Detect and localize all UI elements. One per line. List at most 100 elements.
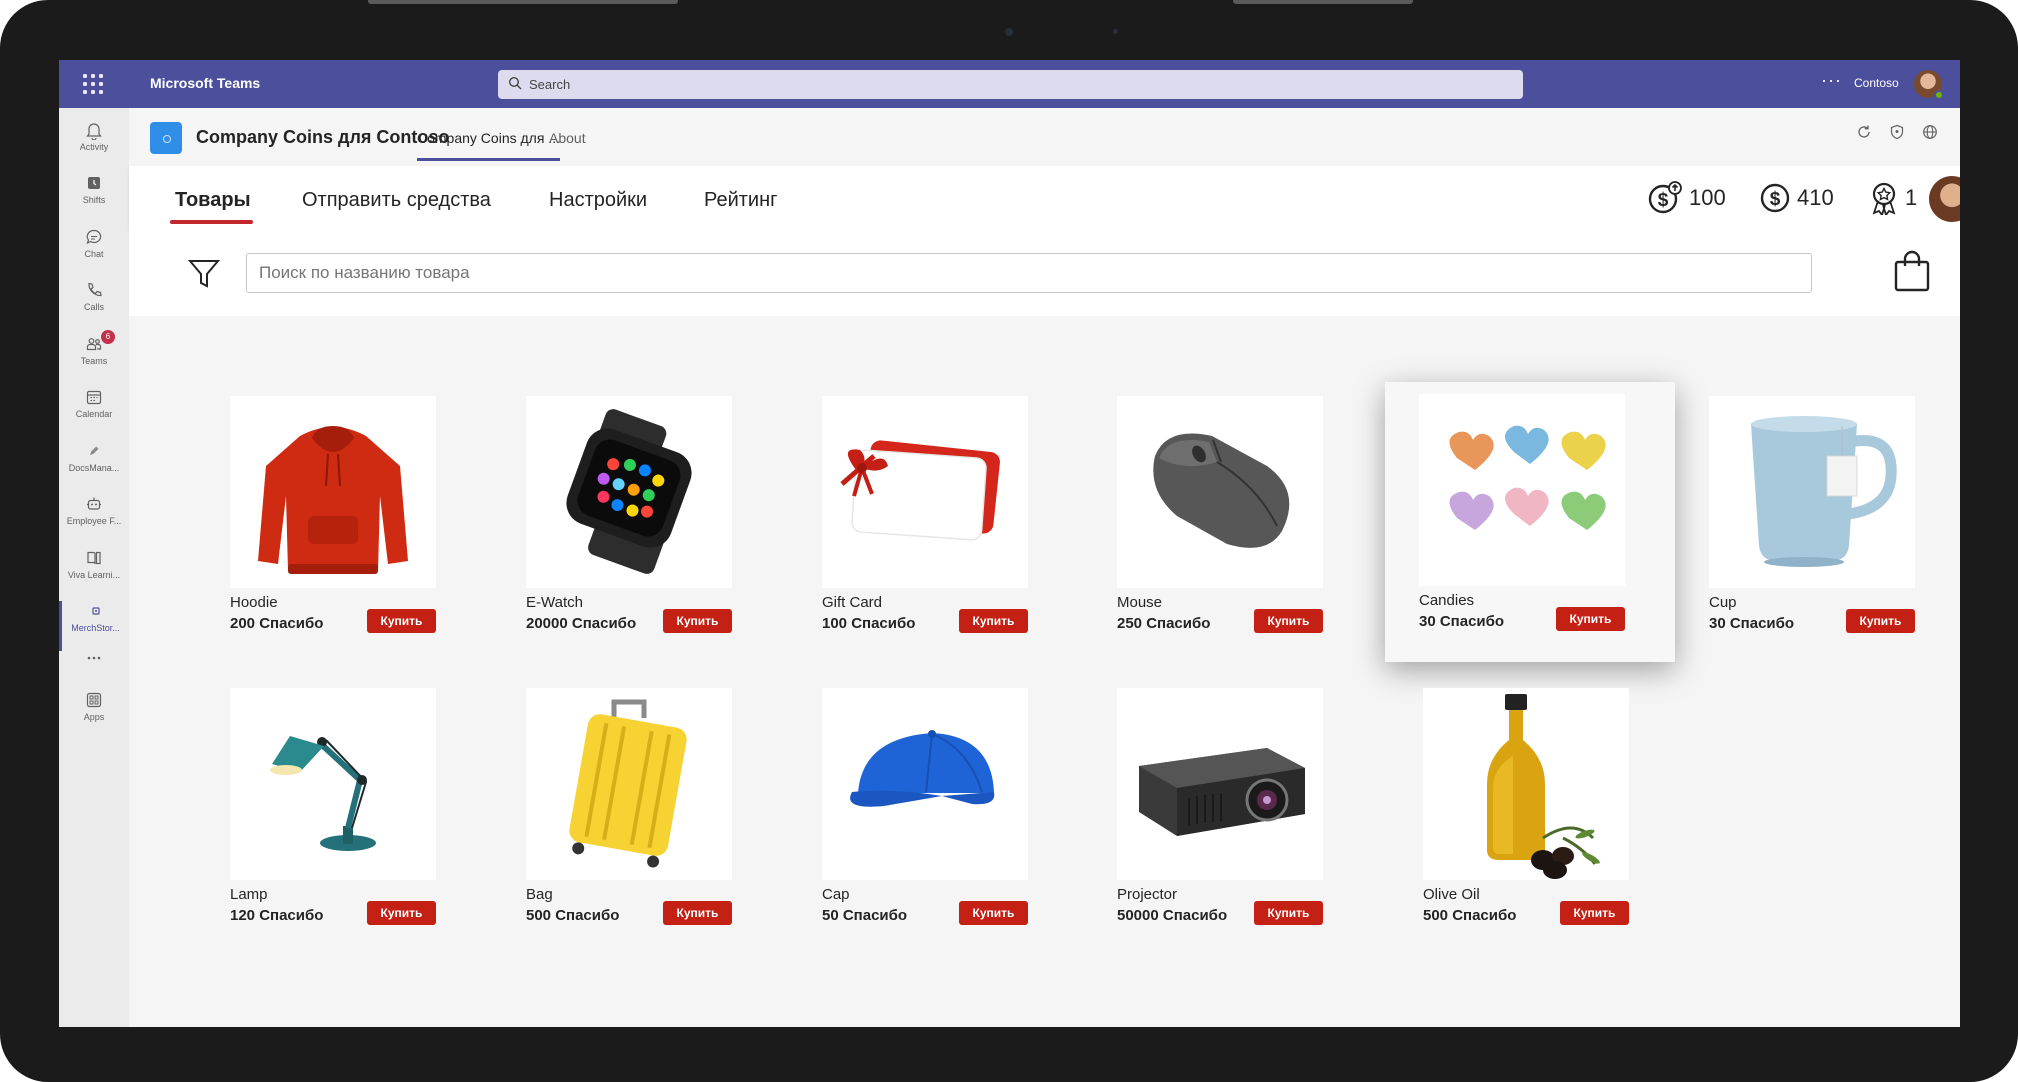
rail-item-bell[interactable]: Activity — [59, 120, 129, 170]
rail-item-pen[interactable]: DocsMana... — [59, 441, 129, 491]
product-image[interactable] — [1117, 396, 1323, 588]
rail-item-apps[interactable]: Apps — [59, 690, 129, 740]
teams-search-box[interactable]: Search — [498, 70, 1523, 99]
product-price: 200 Спасибо — [230, 615, 324, 632]
svg-text:$: $ — [1658, 190, 1669, 211]
product-image[interactable] — [822, 396, 1028, 588]
product-grid: Hoodie 200 Спасибо Купить E-Watch 20000 Спас… — [129, 316, 1960, 1027]
product-search-row — [129, 230, 1960, 316]
product-card-giftcard[interactable]: Gift Card 100 Спасибо Купить — [822, 396, 1028, 636]
notification-badge: 6 — [101, 330, 115, 344]
store-nav-bar: Товары Отправить средства Настройки Рейт… — [129, 166, 1960, 230]
app-header: Company Coins для Contoso Company Coins … — [129, 108, 1960, 166]
teams-window: Microsoft Teams Search ··· Contoso Activ… — [59, 60, 1960, 1027]
product-image[interactable] — [1419, 394, 1625, 586]
oliveoil-image — [1487, 694, 1600, 879]
product-price: 30 Спасибо — [1709, 615, 1795, 632]
buy-button[interactable]: Купить — [1556, 607, 1625, 631]
rail-item-calendar[interactable]: Calendar — [59, 387, 129, 437]
product-card-candies[interactable]: Candies 30 Спасибо Купить — [1385, 382, 1675, 662]
buy-button[interactable]: Купить — [1254, 901, 1323, 925]
book-icon — [87, 551, 101, 565]
bag-image — [569, 699, 687, 868]
product-card-watch[interactable]: E-Watch 20000 Спасибо Купить — [526, 396, 732, 636]
pen-icon — [90, 446, 99, 455]
product-image[interactable] — [526, 396, 732, 588]
product-search-input[interactable] — [246, 253, 1812, 293]
refresh-icon[interactable] — [1856, 124, 1872, 140]
rail-item-phone[interactable]: Calls — [59, 280, 129, 330]
nav-rating[interactable]: Рейтинг — [704, 189, 777, 212]
product-card-lamp[interactable]: Lamp 120 Спасибо Купить — [230, 688, 436, 928]
rail-item-bot[interactable]: Employee F... — [59, 494, 129, 544]
chat-icon — [86, 229, 102, 245]
svg-text:$: $ — [1770, 189, 1781, 210]
tab-about[interactable]: About — [549, 130, 586, 146]
product-card-bag[interactable]: Bag 500 Спасибо Купить — [526, 688, 732, 928]
product-price: 250 Спасибо — [1117, 615, 1211, 632]
product-card-projector[interactable]: Projector 50000 Спасибо Купить — [1117, 688, 1323, 928]
apps-icon — [86, 692, 102, 708]
product-card-oliveoil[interactable]: Olive Oil 500 Спасибо Купить — [1423, 688, 1629, 928]
awards-count: 1 — [1869, 181, 1917, 215]
product-card-hoodie[interactable]: Hoodie 200 Спасибо Купить — [230, 396, 436, 636]
more-options-icon[interactable]: ··· — [1821, 70, 1842, 91]
product-card-cup[interactable]: Cup 30 Спасибо Купить — [1709, 396, 1915, 636]
product-name: Olive Oil — [1423, 886, 1480, 903]
buy-button[interactable]: Купить — [1254, 609, 1323, 633]
product-card-cap[interactable]: Cap 50 Спасибо Купить — [822, 688, 1028, 928]
calendar-icon — [86, 390, 102, 405]
buy-button[interactable]: Купить — [1846, 609, 1915, 633]
buy-button[interactable]: Купить — [367, 901, 436, 925]
product-image[interactable] — [1423, 688, 1629, 880]
tab-company-coins[interactable]: Company Coins для ... — [417, 130, 560, 161]
rail-item-book[interactable]: Viva Learni... — [59, 548, 129, 598]
nav-products[interactable]: Товары — [175, 189, 251, 212]
buy-button[interactable]: Купить — [1560, 901, 1629, 925]
camera-icon — [1005, 28, 1013, 36]
device-edge-highlight — [368, 0, 678, 4]
buy-button[interactable]: Купить — [959, 609, 1028, 633]
teams-search-placeholder: Search — [529, 77, 571, 92]
sensor-dot — [1113, 29, 1118, 34]
nav-send-funds[interactable]: Отправить средства — [302, 189, 491, 212]
device-edge-highlight — [1233, 0, 1413, 4]
product-image[interactable] — [230, 688, 436, 880]
candies-image — [1449, 425, 1606, 530]
app-launcher-icon[interactable] — [83, 74, 103, 94]
buy-button[interactable]: Купить — [663, 609, 732, 633]
rail-item-label: Activity — [79, 142, 109, 152]
giftcard-image — [840, 440, 1000, 541]
shopping-bag-icon[interactable] — [1894, 250, 1930, 292]
buy-button[interactable]: Купить — [367, 609, 436, 633]
bell-icon — [86, 123, 102, 140]
profile-avatar[interactable] — [1929, 176, 1960, 222]
buy-button[interactable]: Купить — [959, 901, 1028, 925]
rail-item-label: MerchStor... — [71, 623, 120, 633]
product-image[interactable] — [822, 688, 1028, 880]
product-name: Hoodie — [230, 594, 278, 611]
rail-item-teams[interactable]: Teams 6 — [59, 330, 129, 384]
globe-icon[interactable] — [1922, 124, 1938, 140]
product-image[interactable] — [230, 396, 436, 588]
tenant-name[interactable]: Contoso — [1854, 76, 1899, 90]
product-image[interactable] — [526, 688, 732, 880]
nav-settings[interactable]: Настройки — [549, 189, 647, 212]
product-name: Gift Card — [822, 594, 883, 611]
rail-item-label: Calls — [83, 302, 104, 312]
shield-icon[interactable] — [1889, 124, 1905, 140]
rail-item-label: Chat — [84, 249, 104, 259]
product-image[interactable] — [1709, 396, 1915, 588]
product-image[interactable] — [1117, 688, 1323, 880]
hoodie-image — [258, 426, 408, 574]
rail-item-chat[interactable]: Chat — [59, 227, 129, 277]
filter-icon[interactable] — [188, 259, 220, 289]
watch-image — [566, 409, 692, 574]
presence-indicator — [1934, 90, 1944, 100]
store-icon — [91, 607, 100, 615]
user-avatar[interactable] — [1914, 70, 1944, 100]
product-card-mouse[interactable]: Mouse 250 Спасибо Купить — [1117, 396, 1323, 636]
rail-item-store[interactable]: MerchStor... — [59, 601, 129, 651]
buy-button[interactable]: Купить — [663, 901, 732, 925]
rail-item-shifts[interactable]: Shifts — [59, 173, 129, 223]
